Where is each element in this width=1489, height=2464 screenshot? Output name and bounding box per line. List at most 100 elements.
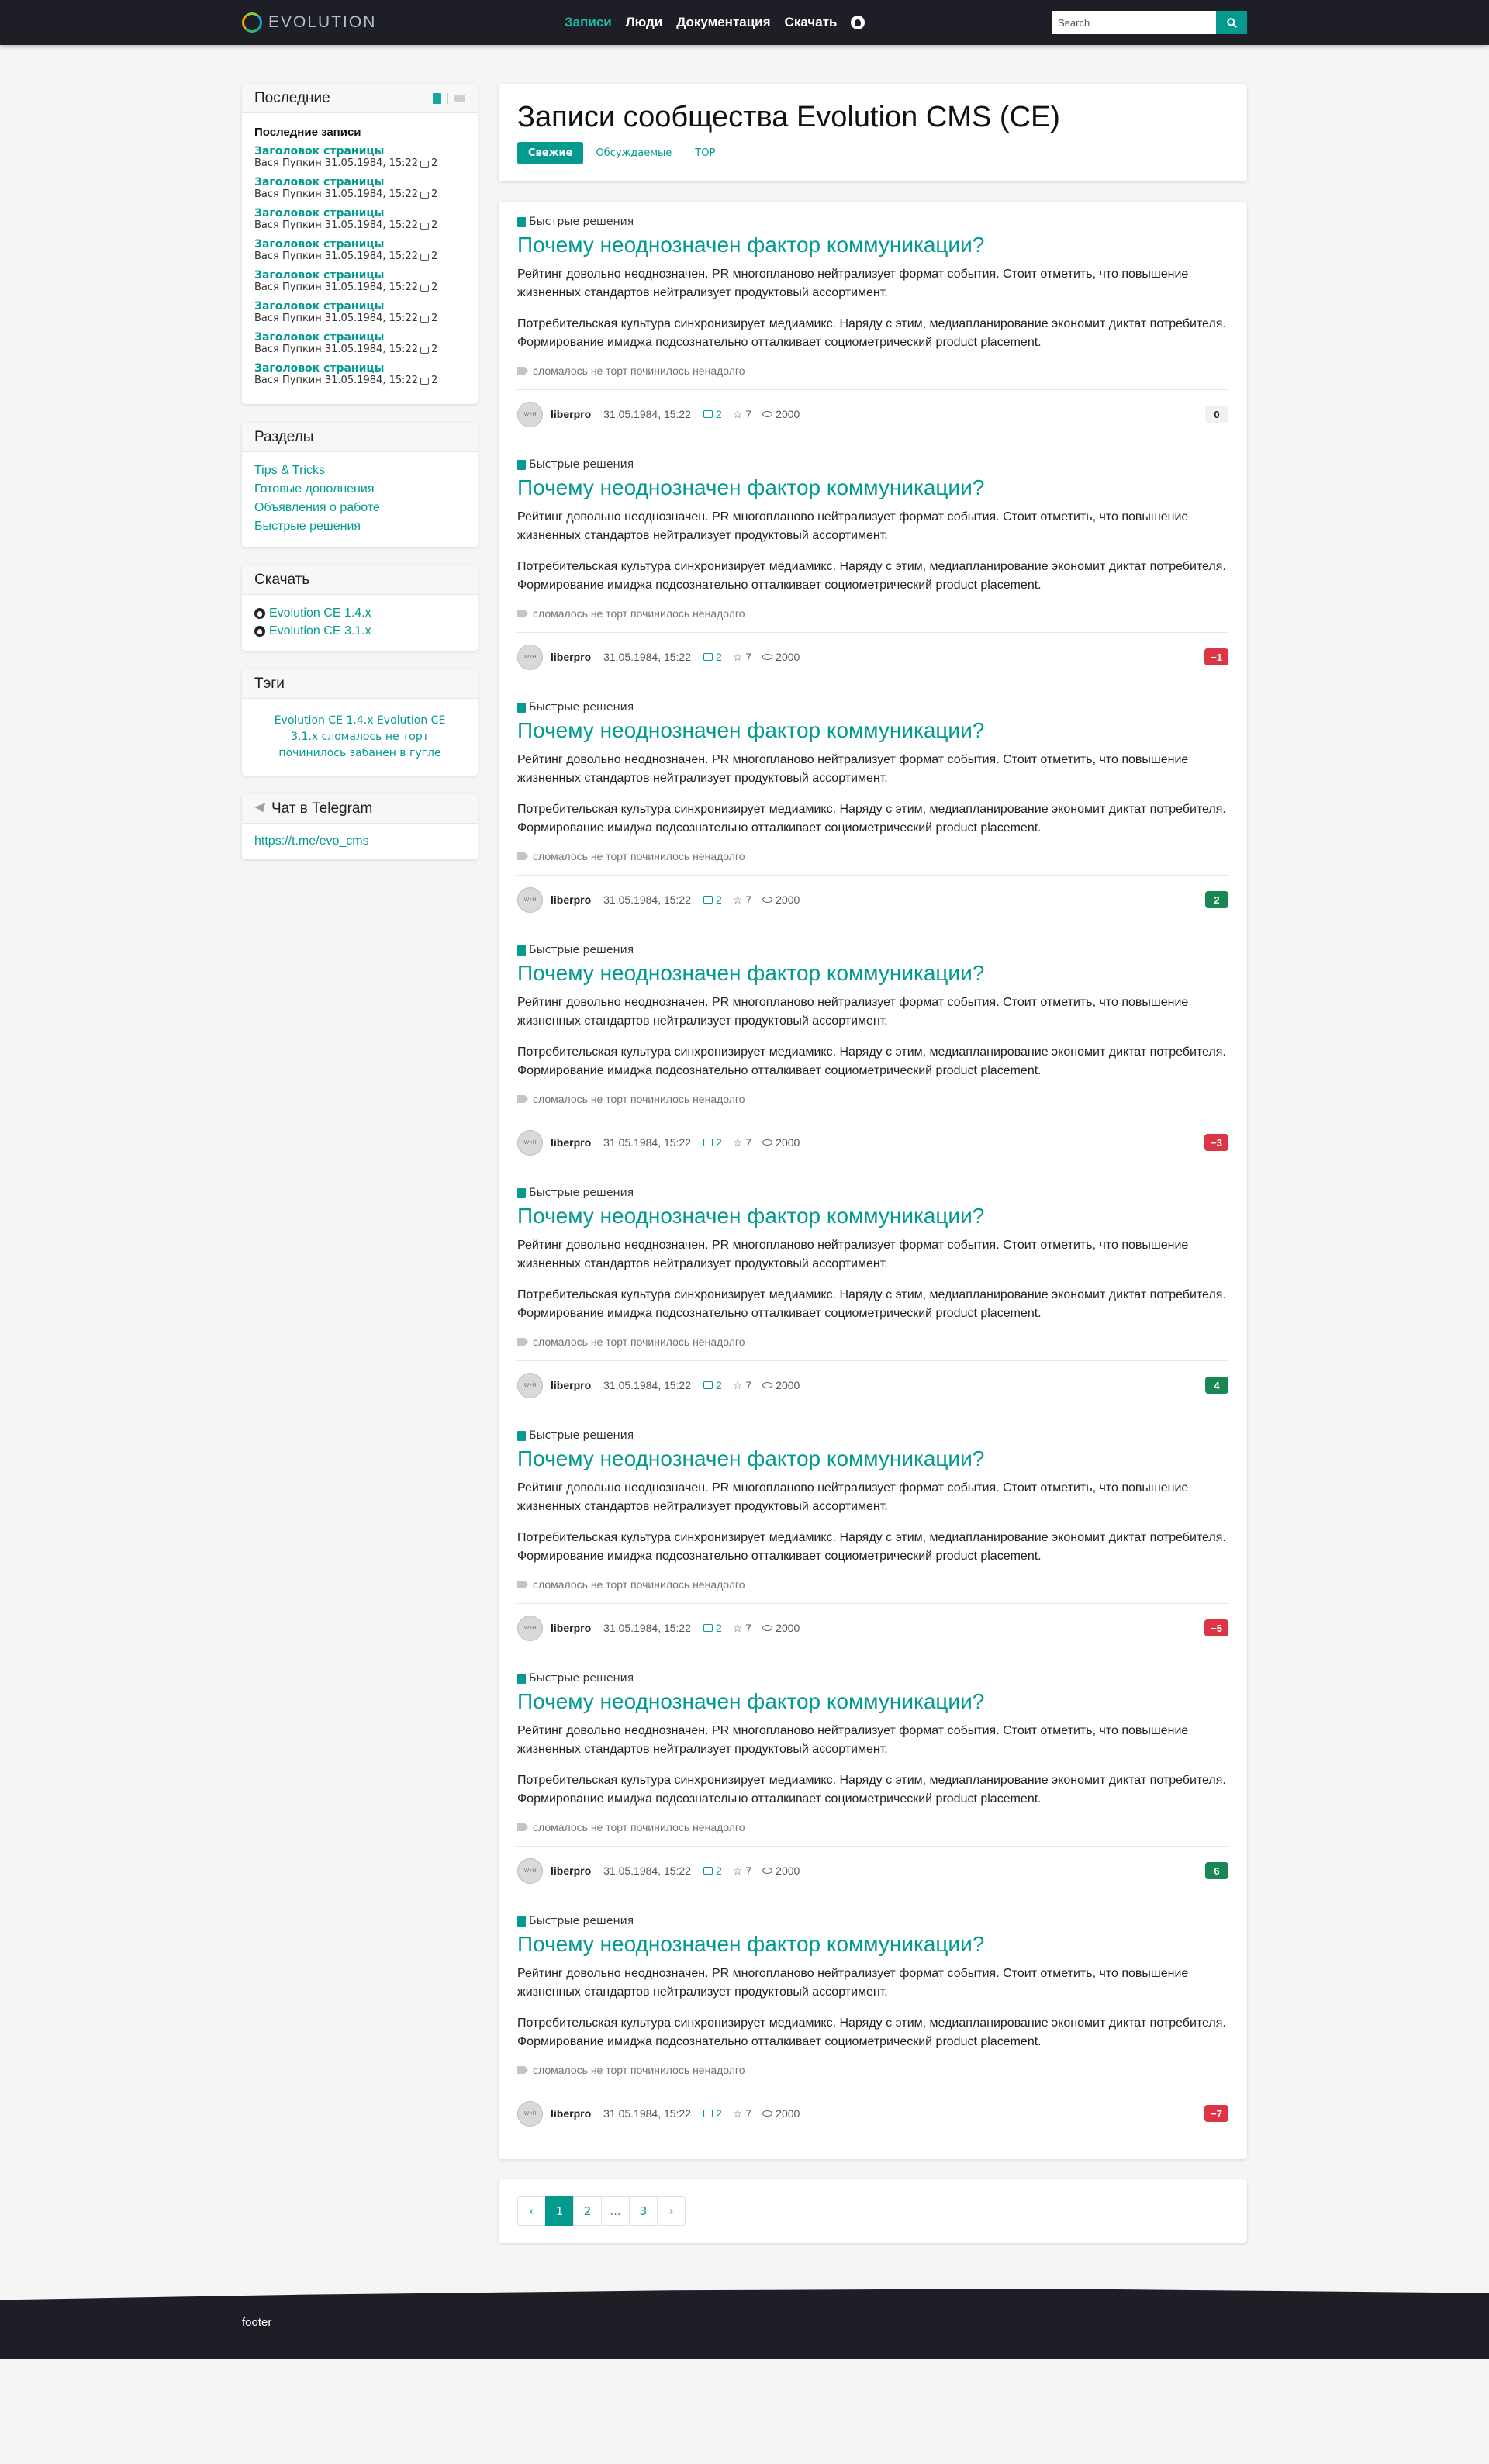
- post-author[interactable]: liberpro: [551, 1622, 591, 1634]
- post-category[interactable]: Быстрые решения: [517, 701, 1228, 714]
- post-category[interactable]: Быстрые решения: [517, 1187, 1228, 1199]
- post-category[interactable]: Быстрые решения: [517, 1672, 1228, 1685]
- search-button[interactable]: [1216, 11, 1247, 34]
- page-button[interactable]: 2: [573, 2196, 602, 2226]
- post-favorites[interactable]: ☆ 7: [733, 1136, 751, 1149]
- post-tags-list[interactable]: сломалось не торт починилось ненадолго: [533, 1336, 745, 1348]
- document-icon[interactable]: [433, 92, 441, 104]
- post-tags-list[interactable]: сломалось не торт починилось ненадолго: [533, 365, 745, 377]
- post-tags-list[interactable]: сломалось не торт починилось ненадолго: [533, 1821, 745, 1833]
- post-title[interactable]: Почему неоднозначен фактор коммуникации?: [517, 961, 1228, 986]
- post-favorites[interactable]: ☆ 7: [733, 1864, 751, 1878]
- post-title[interactable]: Почему неоднозначен фактор коммуникации?: [517, 233, 1228, 257]
- recent-item-link[interactable]: Заголовок страницы: [254, 269, 465, 282]
- post-comments[interactable]: 2: [703, 1379, 722, 1391]
- avatar[interactable]: W×H: [517, 2100, 543, 2127]
- post-author[interactable]: liberpro: [551, 893, 591, 906]
- post-author[interactable]: liberpro: [551, 1136, 591, 1149]
- nav-link-download[interactable]: Скачать: [785, 15, 838, 30]
- post-author[interactable]: liberpro: [551, 2107, 591, 2120]
- recent-item-link[interactable]: Заголовок страницы: [254, 300, 465, 313]
- post-title[interactable]: Почему неоднозначен фактор коммуникации?: [517, 475, 1228, 500]
- post-category-label: Быстрые решения: [529, 1429, 634, 1442]
- github-icon[interactable]: [851, 16, 865, 29]
- post-favorites[interactable]: ☆ 7: [733, 408, 751, 421]
- search-input[interactable]: [1052, 11, 1216, 34]
- recent-item-link[interactable]: Заголовок страницы: [254, 176, 465, 188]
- post-comments[interactable]: 2: [703, 1864, 722, 1877]
- logo[interactable]: EVOLUTION: [242, 12, 376, 33]
- download-link-1-4[interactable]: Evolution CE 1.4.x: [254, 604, 465, 622]
- post-title[interactable]: Почему неоднозначен фактор коммуникации?: [517, 1204, 1228, 1229]
- post-tags-list[interactable]: сломалось не торт починилось ненадолго: [533, 1578, 745, 1591]
- avatar[interactable]: W×H: [517, 1858, 543, 1884]
- avatar[interactable]: W×H: [517, 886, 543, 913]
- avatar[interactable]: W×H: [517, 644, 543, 670]
- post-favorites[interactable]: ☆ 7: [733, 1379, 751, 1392]
- nav-link-posts[interactable]: Записи: [565, 15, 612, 30]
- post-title[interactable]: Почему неоднозначен фактор коммуникации?: [517, 1446, 1228, 1471]
- recent-item-link[interactable]: Заголовок страницы: [254, 207, 465, 219]
- post-category[interactable]: Быстрые решения: [517, 1429, 1228, 1442]
- post-favorites[interactable]: ☆ 7: [733, 893, 751, 907]
- tag-link[interactable]: сломалось: [322, 731, 382, 743]
- next-page-button[interactable]: ›: [657, 2196, 686, 2226]
- post-tags-list[interactable]: сломалось не торт починилось ненадолго: [533, 2064, 745, 2076]
- comments-icon[interactable]: [454, 94, 465, 102]
- post-favorites[interactable]: ☆ 7: [733, 2107, 751, 2120]
- page-button[interactable]: 1: [545, 2196, 574, 2226]
- post-author[interactable]: liberpro: [551, 1379, 591, 1391]
- post-favorites[interactable]: ☆ 7: [733, 1622, 751, 1635]
- post-comments[interactable]: 2: [703, 2107, 722, 2120]
- avatar[interactable]: W×H: [517, 1372, 543, 1398]
- post-category[interactable]: Быстрые решения: [517, 458, 1228, 471]
- post-tags-list[interactable]: сломалось не торт починилось ненадолго: [533, 850, 745, 862]
- tab-top[interactable]: TOP: [684, 142, 726, 164]
- post-author[interactable]: liberpro: [551, 1864, 591, 1877]
- post-title[interactable]: Почему неоднозначен фактор коммуникации?: [517, 718, 1228, 743]
- post-footer: W×H liberpro 31.05.1984, 15:22 2 ☆ 7 2000 −5: [517, 1604, 1228, 1652]
- page-button[interactable]: 3: [629, 2196, 658, 2226]
- tag-link[interactable]: не торт: [385, 731, 429, 743]
- post-tags: сломалось не торт починилось ненадолго: [517, 365, 1228, 390]
- post-title[interactable]: Почему неоднозначен фактор коммуникации?: [517, 1689, 1228, 1714]
- avatar[interactable]: W×H: [517, 401, 543, 427]
- post-comments[interactable]: 2: [703, 1622, 722, 1634]
- avatar[interactable]: W×H: [517, 1129, 543, 1156]
- post-favorites[interactable]: ☆ 7: [733, 651, 751, 664]
- section-link-jobs[interactable]: Объявления о работе: [254, 499, 465, 517]
- avatar[interactable]: W×H: [517, 1615, 543, 1641]
- recent-item-link[interactable]: Заголовок страницы: [254, 238, 465, 251]
- post-comments[interactable]: 2: [703, 893, 722, 906]
- prev-page-button[interactable]: ‹: [517, 2196, 546, 2226]
- tag-link[interactable]: починилось: [278, 747, 346, 759]
- tab-fresh[interactable]: Свежие: [517, 142, 584, 164]
- nav-link-people[interactable]: Люди: [626, 15, 662, 30]
- post-author[interactable]: liberpro: [551, 651, 591, 663]
- telegram-link[interactable]: https://t.me/evo_cms: [254, 835, 369, 848]
- post-comments[interactable]: 2: [703, 1136, 722, 1149]
- post-tags-list[interactable]: сломалось не торт починилось ненадолго: [533, 607, 745, 620]
- section-link-tips[interactable]: Tips & Tricks: [254, 461, 465, 480]
- post-comments[interactable]: 2: [703, 408, 722, 420]
- tag-link[interactable]: Evolution CE 1.4.x: [275, 714, 374, 727]
- post-title[interactable]: Почему неоднозначен фактор коммуникации?: [517, 1932, 1228, 1957]
- section-link-quick-solutions[interactable]: Быстрые решения: [254, 517, 465, 536]
- post-category[interactable]: Быстрые решения: [517, 216, 1228, 228]
- section-link-addons[interactable]: Готовые дополнения: [254, 480, 465, 499]
- telegram-widget-body: https://t.me/evo_cms: [242, 824, 478, 859]
- post-category[interactable]: Быстрые решения: [517, 1915, 1228, 1927]
- post-category[interactable]: Быстрые решения: [517, 944, 1228, 956]
- recent-item-link[interactable]: Заголовок страницы: [254, 331, 465, 344]
- post-tags-list[interactable]: сломалось не торт починилось ненадолго: [533, 1093, 745, 1105]
- recent-item-link[interactable]: Заголовок страницы: [254, 145, 465, 157]
- nav-link-docs[interactable]: Документация: [676, 15, 770, 30]
- post-author[interactable]: liberpro: [551, 408, 591, 420]
- recent-item-link[interactable]: Заголовок страницы: [254, 362, 465, 375]
- post-comments[interactable]: 2: [703, 651, 722, 663]
- download-link-3-1[interactable]: Evolution CE 3.1.x: [254, 622, 465, 640]
- post-tags: сломалось не торт починилось ненадолго: [517, 607, 1228, 633]
- tag-link[interactable]: забанен в гугле: [350, 747, 441, 759]
- telegram-widget-header: Чат в Telegram: [242, 794, 478, 824]
- tab-discussed[interactable]: Обсуждаемые: [585, 142, 682, 164]
